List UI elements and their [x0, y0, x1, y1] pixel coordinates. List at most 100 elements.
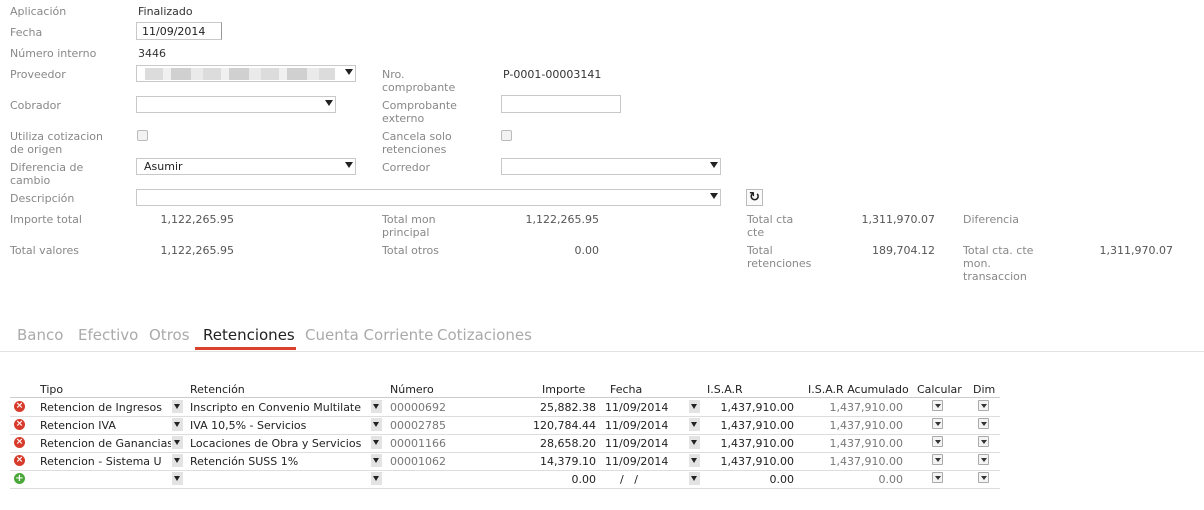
delete-circle-icon[interactable]: × — [14, 437, 25, 448]
refresh-button[interactable]: ↻ — [746, 189, 763, 206]
chevron-down-icon[interactable] — [689, 400, 700, 413]
diferencia-label: Diferencia — [963, 213, 1020, 226]
cell-numero[interactable]: 00001062 — [390, 455, 446, 468]
tab-retenciones[interactable]: Retenciones — [203, 326, 295, 344]
calcular-button[interactable] — [932, 400, 943, 411]
cell-importe[interactable]: 120,784.44 — [510, 419, 596, 432]
aplicacion-label: Aplicación — [10, 5, 67, 18]
chevron-down-icon[interactable] — [371, 436, 382, 449]
total-cta-mon-label-line1: Total cta. cte — [963, 244, 1034, 257]
utiliza-cotizacion-checkbox[interactable] — [137, 130, 148, 141]
fecha-input[interactable]: 11/09/2014 — [136, 22, 222, 40]
chevron-down-icon[interactable] — [371, 472, 382, 485]
dim-button[interactable] — [978, 418, 989, 429]
cancela-solo-label: Cancela solo retenciones — [382, 130, 452, 156]
cell-isar[interactable]: 1,437,910.00 — [704, 419, 794, 432]
cell-isar[interactable]: 0.00 — [704, 473, 795, 486]
fecha-value: 11/09/2014 — [142, 25, 206, 38]
cell-importe[interactable]: 25,882.38 — [510, 401, 596, 414]
cell-isar[interactable]: 1,437,910.00 — [704, 401, 794, 414]
chevron-down-icon[interactable] — [371, 400, 382, 413]
chevron-down-icon[interactable] — [689, 418, 700, 431]
calcular-button[interactable] — [932, 454, 943, 465]
cobrador-select[interactable] — [136, 96, 336, 113]
cancela-solo-label-line2: retenciones — [382, 143, 447, 156]
tab-cuenta-corriente[interactable]: Cuenta Corriente — [305, 326, 433, 344]
cell-fecha[interactable]: 11/09/2014 — [605, 437, 668, 450]
calcular-button[interactable] — [932, 436, 943, 447]
table-row: × Retencion de Ganancias Locaciones de O… — [10, 434, 1000, 453]
tab-otros[interactable]: Otros — [149, 326, 190, 344]
cell-retencion[interactable]: Inscripto en Convenio Multilate — [190, 401, 371, 414]
tab-cotizaciones[interactable]: Cotizaciones — [437, 326, 532, 344]
calcular-button[interactable] — [932, 418, 943, 429]
add-circle-icon[interactable]: + — [14, 473, 25, 484]
cell-retencion[interactable]: Retención SUSS 1% — [190, 455, 371, 468]
importe-total-value: 1,122,265.95 — [160, 213, 234, 226]
cell-importe[interactable]: 0.00 — [510, 473, 597, 486]
cell-numero[interactable]: 00001166 — [390, 437, 446, 450]
delete-circle-icon[interactable]: × — [14, 401, 25, 412]
total-cta-label-line1: Total cta — [747, 213, 794, 226]
chevron-down-icon — [345, 69, 353, 75]
cell-fecha[interactable]: 11/09/2014 — [605, 401, 668, 414]
chevron-down-icon — [325, 100, 333, 106]
cobrador-label: Cobrador — [10, 99, 61, 112]
chevron-down-icon[interactable] — [172, 454, 183, 467]
column-header-calcular: Calcular — [917, 383, 962, 396]
cell-numero[interactable]: 00002785 — [390, 419, 446, 432]
cell-fecha[interactable]: 11/09/2014 — [605, 455, 668, 468]
cell-retencion[interactable]: Locaciones de Obra y Servicios — [190, 437, 371, 450]
chevron-down-icon[interactable] — [172, 436, 183, 449]
total-retenciones-label-line2: retenciones — [747, 257, 812, 270]
cell-isar[interactable]: 1,437,910.00 — [704, 455, 794, 468]
chevron-down-icon[interactable] — [689, 436, 700, 449]
chevron-down-icon[interactable] — [172, 472, 183, 485]
cell-numero[interactable]: 00000692 — [390, 401, 446, 414]
tab-banco[interactable]: Banco — [17, 326, 63, 344]
chevron-down-icon[interactable] — [371, 418, 382, 431]
comprobante-externo-label-line1: Comprobante — [382, 99, 457, 112]
delete-circle-icon[interactable]: × — [14, 419, 25, 430]
cell-tipo[interactable]: Retencion de Ingresos — [40, 401, 171, 414]
tab-efectivo[interactable]: Efectivo — [78, 326, 138, 344]
delete-circle-icon[interactable]: × — [14, 455, 25, 466]
cell-isar-acumulado: 1,437,910.00 — [829, 437, 903, 450]
calcular-button[interactable] — [932, 472, 943, 483]
cell-fecha[interactable]: / / — [620, 473, 638, 486]
chevron-down-icon[interactable] — [689, 454, 700, 467]
comprobante-externo-input[interactable] — [501, 95, 621, 113]
chevron-down-icon[interactable] — [172, 418, 183, 431]
chevron-down-icon — [710, 162, 718, 168]
cell-retencion[interactable]: IVA 10,5% - Servicios — [190, 419, 371, 432]
cell-isar[interactable]: 1,437,910.00 — [704, 437, 794, 450]
corredor-select[interactable] — [501, 158, 721, 175]
cell-importe[interactable]: 28,658.20 — [510, 437, 596, 450]
nro-comprobante-label-line1: Nro. — [382, 68, 405, 81]
total-mon-label-line2: principal — [382, 226, 430, 239]
corredor-label: Corredor — [382, 161, 431, 174]
chevron-down-icon — [345, 162, 353, 168]
chevron-down-icon[interactable] — [371, 454, 382, 467]
dim-button[interactable] — [978, 436, 989, 447]
cell-tipo[interactable]: Retencion de Ganancias — [40, 437, 171, 450]
utiliza-cotizacion-label-line1: Utiliza cotizacion — [10, 130, 104, 143]
chevron-down-icon[interactable] — [689, 472, 700, 485]
chevron-down-icon[interactable] — [172, 400, 183, 413]
table-row-new: + 0.00 / / 0.00 0.00 — [10, 470, 1000, 489]
diferencia-cambio-select[interactable]: Asumir — [136, 158, 356, 175]
descripcion-select[interactable] — [136, 189, 721, 206]
cell-isar-acumulado: 1,437,910.00 — [829, 401, 903, 414]
cell-fecha[interactable]: 11/09/2014 — [605, 419, 668, 432]
proveedor-select[interactable] — [136, 65, 356, 82]
dim-button[interactable] — [978, 400, 989, 411]
dim-button[interactable] — [978, 472, 989, 483]
cell-importe[interactable]: 14,379.10 — [510, 455, 596, 468]
total-cta-mon-label-line2: mon. — [963, 257, 991, 270]
total-mon-label-line1: Total mon — [382, 213, 436, 226]
numero-interno-value: 3446 — [138, 47, 166, 60]
cell-tipo[interactable]: Retencion IVA — [40, 419, 171, 432]
cancela-solo-checkbox[interactable] — [501, 130, 512, 141]
cell-tipo[interactable]: Retencion - Sistema U — [40, 455, 171, 468]
dim-button[interactable] — [978, 454, 989, 465]
